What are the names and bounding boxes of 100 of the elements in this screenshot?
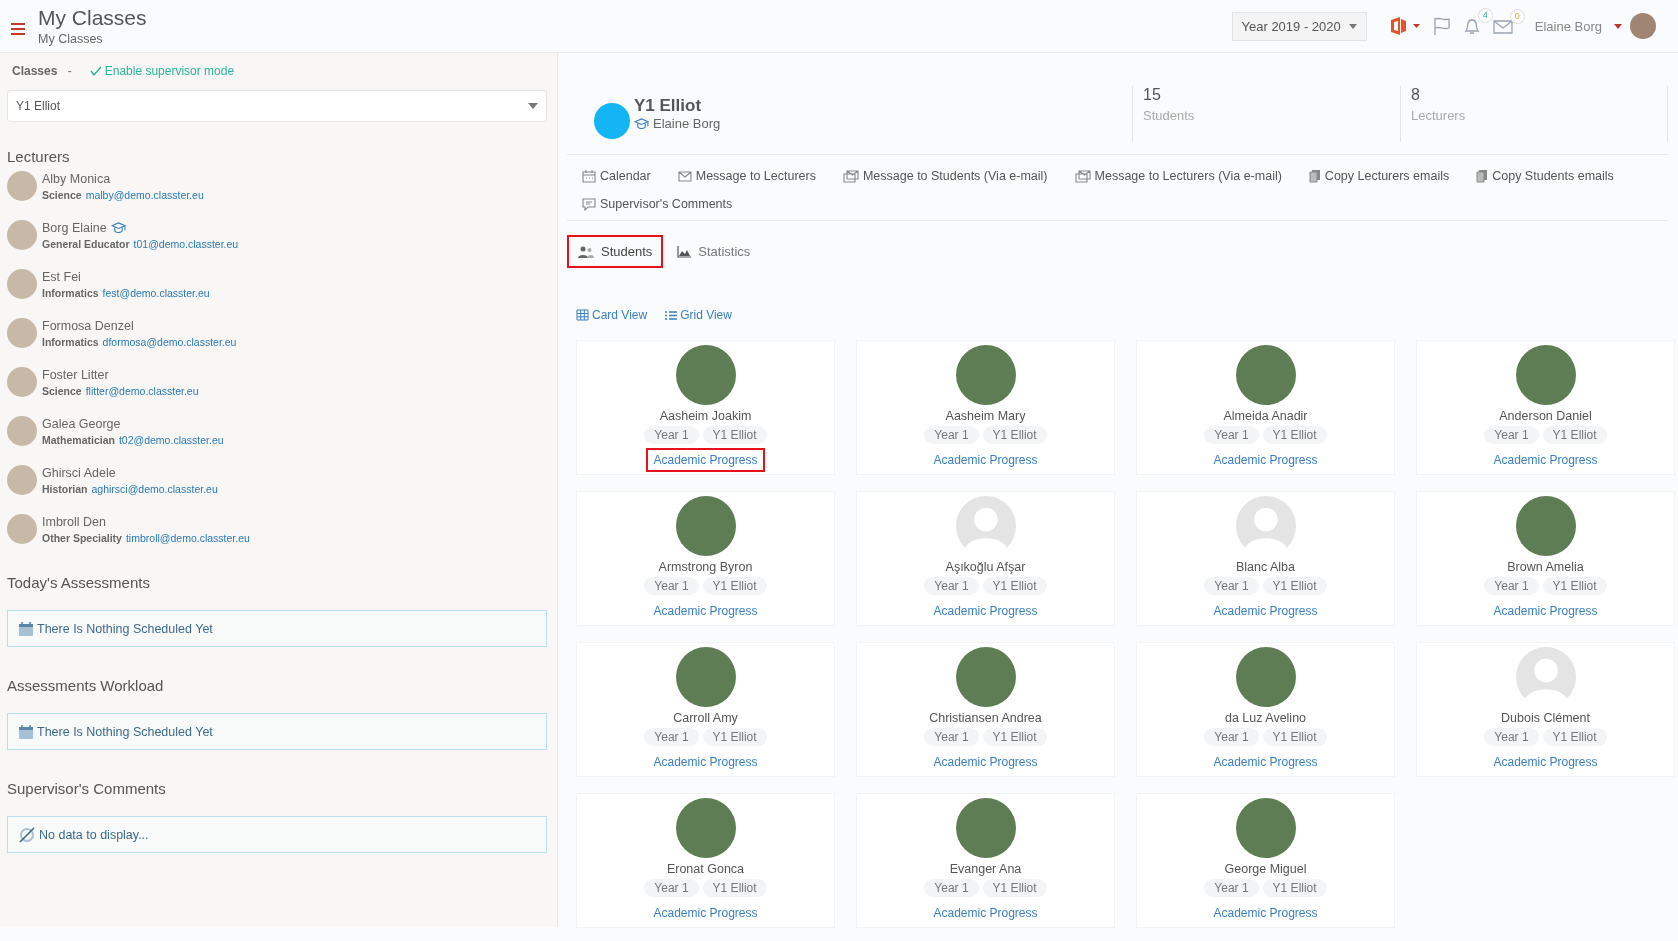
- empty-set-icon: [18, 825, 36, 844]
- student-name: Aasheim Joakim: [659, 409, 752, 423]
- lecturer-avatar: [7, 318, 37, 348]
- action-link[interactable]: Message to Lecturers (Via e-mail): [1074, 169, 1282, 183]
- academic-progress-link[interactable]: Academic Progress: [1486, 599, 1605, 623]
- lecturer-role: Science: [42, 384, 82, 397]
- action-link[interactable]: Calendar: [582, 169, 651, 183]
- tab[interactable]: Statistics: [666, 235, 762, 268]
- person-silhouette-icon: [955, 496, 1016, 556]
- section-heading: Supervisor's Comments: [7, 780, 167, 797]
- notice-text: There Is Nothing Scheduled Yet: [37, 621, 213, 636]
- academic-progress-link[interactable]: Academic Progress: [1206, 901, 1325, 925]
- action-link[interactable]: Supervisor's Comments: [582, 197, 733, 211]
- action-link[interactable]: Message to Lecturers: [677, 169, 816, 183]
- email-link[interactable]: t02@demo.classter.eu: [118, 433, 224, 446]
- year-tag: Year 1: [644, 728, 699, 746]
- list-icon: [664, 309, 678, 321]
- class-tag: Y1 Elliot: [702, 426, 767, 444]
- academic-progress-link[interactable]: Academic Progress: [926, 750, 1045, 774]
- email-link[interactable]: fest@demo.classter.eu: [102, 286, 210, 299]
- academic-progress-link[interactable]: Academic Progress: [1206, 599, 1325, 623]
- email-link[interactable]: timbroll@demo.classter.eu: [125, 531, 250, 544]
- mail-icon[interactable]: [1492, 18, 1513, 34]
- academic-progress-link[interactable]: Academic Progress: [926, 901, 1045, 925]
- view-link[interactable]: Grid View: [664, 308, 732, 322]
- lecturer-name[interactable]: Formosa Denzel: [42, 318, 134, 333]
- academic-progress-link[interactable]: Academic Progress: [926, 448, 1045, 472]
- lecturer-role: Historian: [42, 482, 88, 495]
- menu-icon[interactable]: [11, 23, 25, 35]
- student-name: Carroll Amy: [673, 711, 738, 725]
- lecturer-name[interactable]: Alby Monica: [42, 171, 111, 186]
- person-silhouette-icon: [1235, 496, 1296, 556]
- class-tag: Y1 Elliot: [982, 728, 1047, 746]
- academic-progress-link[interactable]: Academic Progress: [1486, 448, 1605, 472]
- lecturer-name[interactable]: Imbroll Den: [42, 514, 106, 529]
- year-tag: Year 1: [1204, 728, 1259, 746]
- academic-progress-link[interactable]: Academic Progress: [1206, 448, 1325, 472]
- action-link[interactable]: Copy Students emails: [1476, 169, 1614, 183]
- class-tag: Y1 Elliot: [702, 728, 767, 746]
- academic-progress-link[interactable]: Academic Progress: [1486, 750, 1605, 774]
- class-tag: Y1 Elliot: [1262, 426, 1327, 444]
- email-link[interactable]: t01@demo.classter.eu: [133, 237, 239, 250]
- email-link[interactable]: flitter@demo.classter.eu: [85, 384, 199, 397]
- supervisor-mode-link[interactable]: Enable supervisor mode: [89, 63, 235, 78]
- student-name: Christiansen Andrea: [929, 711, 1042, 725]
- bell-icon[interactable]: [1462, 17, 1481, 35]
- academic-progress-link[interactable]: Academic Progress: [926, 599, 1045, 623]
- office-icon[interactable]: [1388, 17, 1421, 35]
- year-tag: Year 1: [644, 426, 699, 444]
- copy-icon: [1308, 169, 1321, 183]
- year-tag: Year 1: [1204, 577, 1259, 595]
- stat-label: Lecturers: [1411, 107, 1467, 123]
- caret-icon: [528, 103, 538, 109]
- year-dropdown[interactable]: Year 2019 - 2020: [1231, 11, 1367, 41]
- academic-progress-link[interactable]: Academic Progress: [646, 750, 765, 774]
- year-tag: Year 1: [924, 728, 979, 746]
- class-select[interactable]: Y1 Elliot: [7, 90, 547, 122]
- class-tag: Y1 Elliot: [982, 577, 1047, 595]
- copy-icon: [1476, 169, 1489, 183]
- student-name: Aasheim Mary: [945, 409, 1026, 423]
- class-tag: Y1 Elliot: [982, 879, 1047, 897]
- lecturer-name[interactable]: Borg Elaine: [42, 220, 107, 235]
- view-link[interactable]: Card View: [576, 308, 648, 322]
- academic-progress-link[interactable]: Academic Progress: [646, 448, 765, 472]
- action-link[interactable]: Message to Students (Via e-mail): [842, 169, 1048, 183]
- tab[interactable]: Students: [567, 235, 664, 268]
- stat-label: Students: [1143, 107, 1196, 123]
- calendar-icon: [582, 169, 596, 183]
- user-avatar[interactable]: [1630, 13, 1656, 39]
- academic-progress-link[interactable]: Academic Progress: [646, 599, 765, 623]
- class-tag: Y1 Elliot: [702, 879, 767, 897]
- flag-icon[interactable]: [1432, 17, 1451, 35]
- email-link[interactable]: aghirsci@demo.classter.eu: [91, 482, 218, 495]
- student-name: Armstrong Byron: [658, 560, 753, 574]
- student-name: Blanc Alba: [1235, 560, 1296, 574]
- person-silhouette-icon: [1515, 647, 1576, 707]
- lecturer-name[interactable]: Est Fei: [42, 269, 81, 284]
- graduation-cap-icon: [110, 222, 126, 233]
- lecturer-name[interactable]: Ghirsci Adele: [42, 465, 116, 480]
- year-tag: Year 1: [1204, 426, 1259, 444]
- email-link[interactable]: malby@demo.classter.eu: [85, 188, 204, 201]
- user-menu[interactable]: Elaine Borg: [1524, 18, 1602, 34]
- year-tag: Year 1: [1204, 879, 1259, 897]
- section-heading: Today's Assessments: [7, 574, 151, 591]
- academic-progress-link[interactable]: Academic Progress: [646, 901, 765, 925]
- lecturer-avatar: [7, 416, 37, 446]
- student-name: Brown Amelia: [1507, 560, 1584, 574]
- academic-progress-link[interactable]: Academic Progress: [1206, 750, 1325, 774]
- student-name: Dubois Clément: [1501, 711, 1590, 725]
- message-count: 0: [1509, 9, 1525, 24]
- email-link[interactable]: dformosa@demo.classter.eu: [102, 335, 237, 348]
- caret-icon: [1348, 23, 1357, 29]
- action-link[interactable]: Copy Lecturers emails: [1308, 169, 1450, 183]
- notice-text: There Is Nothing Scheduled Yet: [37, 724, 213, 739]
- lecturer-avatar: [7, 220, 37, 250]
- lecturer-name[interactable]: Galea George: [42, 416, 121, 431]
- class-tag: Y1 Elliot: [1262, 577, 1327, 595]
- lecturer-name[interactable]: Foster Litter: [42, 367, 109, 382]
- stat-value: 8: [1411, 85, 1421, 104]
- check-icon: [89, 65, 102, 76]
